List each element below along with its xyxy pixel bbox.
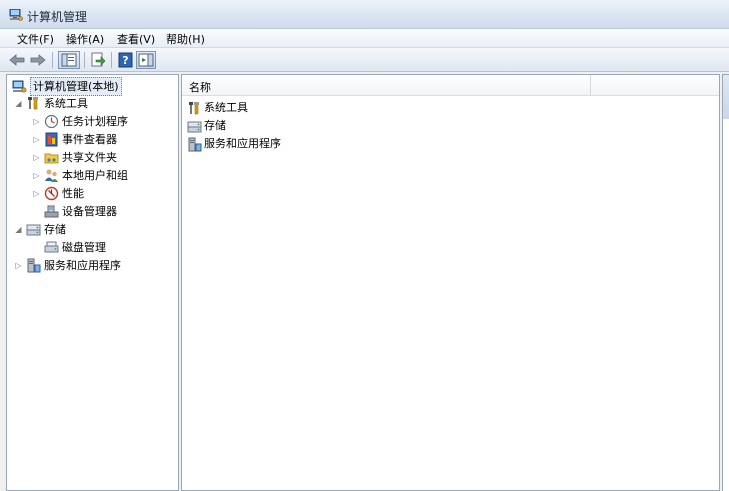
- toolbar-separator: [84, 52, 85, 68]
- list-item-label: 系统工具: [204, 101, 248, 114]
- tree-item-performance[interactable]: ▷ 性能: [32, 185, 172, 202]
- export-list-icon[interactable]: [89, 51, 107, 69]
- tree-item-shared-folders[interactable]: ▷ 共享文件夹: [32, 149, 172, 166]
- tree-item-services-applications[interactable]: ▷ 服务和应用程序: [14, 257, 164, 274]
- action-pane-header[interactable]: [723, 75, 729, 119]
- column-divider[interactable]: [590, 75, 591, 96]
- tree-item-task-scheduler[interactable]: ▷ 任务计划程序: [32, 113, 172, 130]
- svg-text:?: ?: [122, 54, 128, 67]
- computer-management-icon: [9, 8, 23, 21]
- menu-view[interactable]: 查看(V): [117, 31, 155, 47]
- list-item-label: 服务和应用程序: [204, 137, 281, 150]
- title-bar[interactable]: 计算机管理: [0, 0, 729, 29]
- tree-item-local-users-groups[interactable]: ▷ 本地用户和组: [32, 167, 172, 184]
- tree-item-label: 共享文件夹: [62, 151, 117, 164]
- collapsed-triangle-icon[interactable]: ▷: [32, 167, 41, 184]
- shared-folder-icon: [44, 150, 59, 165]
- tree-item-disk-management[interactable]: 磁盘管理: [32, 239, 172, 256]
- storage-icon: [187, 119, 202, 134]
- tree-item-label: 本地用户和组: [62, 169, 128, 182]
- performance-gauge-icon: [44, 186, 59, 201]
- tree-item-event-viewer[interactable]: ▷ 事件查看器: [32, 131, 172, 148]
- collapsed-triangle-icon[interactable]: ▷: [32, 131, 41, 148]
- tree-root-computer-management[interactable]: 计算机管理(本地): [10, 77, 160, 96]
- show-hide-console-tree-icon[interactable]: [58, 51, 80, 69]
- forward-arrow-icon[interactable]: [29, 51, 47, 69]
- menu-bar: 文件(F) 操作(A) 查看(V) 帮助(H): [0, 29, 729, 48]
- collapsed-triangle-icon[interactable]: ▷: [32, 113, 41, 130]
- menu-action[interactable]: 操作(A): [66, 31, 104, 47]
- list-item-label: 存储: [204, 119, 226, 132]
- menu-help[interactable]: 帮助(H): [166, 31, 205, 47]
- collapsed-triangle-icon[interactable]: ▷: [32, 149, 41, 166]
- users-group-icon: [44, 168, 59, 183]
- list-item-storage[interactable]: 存储: [187, 117, 387, 135]
- help-icon[interactable]: ?: [117, 51, 135, 69]
- tree-item-label: 性能: [62, 187, 84, 200]
- collapsed-triangle-icon[interactable]: ▷: [14, 257, 23, 274]
- menu-file[interactable]: 文件(F): [17, 31, 54, 47]
- list-item-services-applications[interactable]: 服务和应用程序: [187, 135, 387, 153]
- result-list[interactable]: 名称 系统工具 存储 服务和应用程序: [181, 74, 720, 491]
- tree-item-label: 磁盘管理: [62, 241, 106, 254]
- event-viewer-icon: [44, 132, 59, 147]
- window-title: 计算机管理: [27, 10, 88, 24]
- tree-root-label: 计算机管理(本地): [30, 77, 122, 96]
- tree-item-storage[interactable]: ◢ 存储: [14, 221, 164, 238]
- tree-item-system-tools[interactable]: ◢ 系统工具: [14, 95, 164, 112]
- collapsed-triangle-icon[interactable]: ▷: [32, 185, 41, 202]
- services-applications-icon: [26, 258, 41, 273]
- computer-management-icon: [12, 79, 27, 94]
- expand-triangle-icon[interactable]: ◢: [14, 221, 23, 238]
- console-tree[interactable]: 计算机管理(本地) ◢ 系统工具 ▷ 任务计划程序 ▷ 事件查看器 ▷ 共享文件…: [6, 74, 179, 491]
- list-header: 名称: [182, 75, 719, 96]
- tree-item-label: 事件查看器: [62, 133, 117, 146]
- list-item-system-tools[interactable]: 系统工具: [187, 99, 387, 117]
- storage-icon: [26, 222, 41, 237]
- tree-item-label: 设备管理器: [62, 205, 117, 218]
- back-arrow-icon[interactable]: [8, 51, 26, 69]
- tree-item-device-manager[interactable]: 设备管理器: [32, 203, 172, 220]
- column-header-name[interactable]: 名称: [189, 79, 211, 95]
- clock-icon: [44, 114, 59, 129]
- toolbar-separator: [111, 52, 112, 68]
- toolbar: ?: [0, 48, 729, 72]
- tree-item-label: 服务和应用程序: [44, 259, 121, 272]
- disk-management-icon: [44, 240, 59, 255]
- device-manager-icon: [44, 204, 59, 219]
- toolbar-separator: [52, 52, 53, 68]
- tree-item-label: 存储: [44, 223, 66, 236]
- tree-item-label: 任务计划程序: [62, 115, 128, 128]
- action-pane[interactable]: [722, 74, 729, 491]
- system-tools-icon: [187, 101, 202, 116]
- show-hide-action-pane-icon[interactable]: [136, 51, 156, 69]
- services-applications-icon: [187, 137, 202, 152]
- expand-triangle-icon[interactable]: ◢: [14, 95, 23, 112]
- system-tools-icon: [26, 96, 41, 111]
- tree-item-label: 系统工具: [44, 97, 88, 110]
